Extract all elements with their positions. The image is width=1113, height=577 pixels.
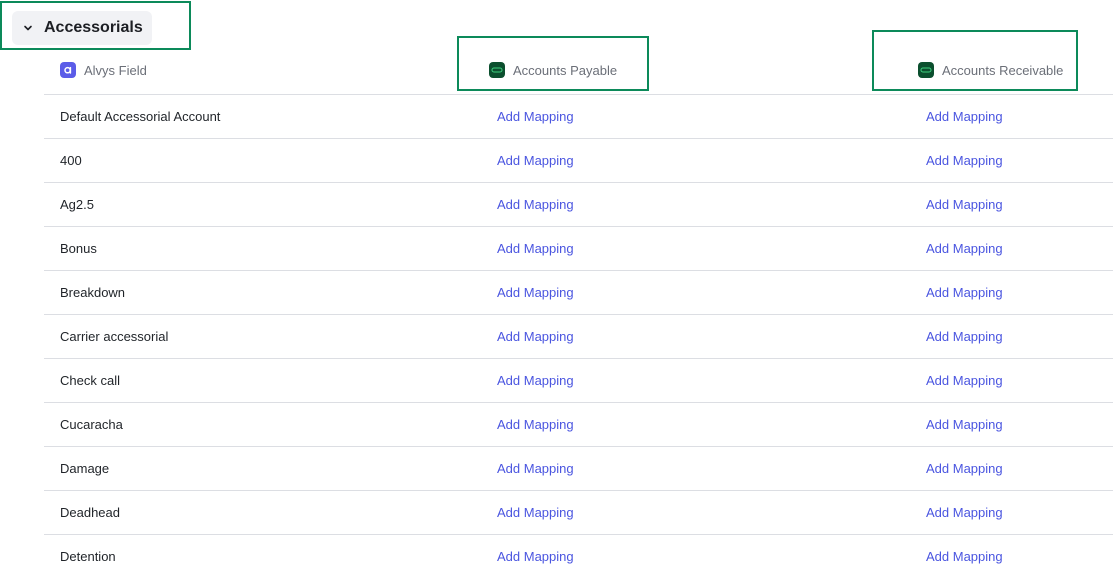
alvys-field-name: Carrier accessorial bbox=[60, 329, 169, 344]
table-row: 400 Add Mapping Add Mapping bbox=[44, 139, 1113, 183]
chevron-down-icon bbox=[12, 11, 44, 45]
accessorials-section-toggle[interactable]: Accessorials bbox=[12, 11, 152, 45]
table-row: Bonus Add Mapping Add Mapping bbox=[44, 227, 1113, 271]
add-mapping-ar-link[interactable]: Add Mapping bbox=[926, 359, 1003, 402]
add-mapping-ar-link[interactable]: Add Mapping bbox=[926, 183, 1003, 226]
alvys-field-name: Bonus bbox=[60, 241, 97, 256]
alvys-field-name: Deadhead bbox=[60, 505, 120, 520]
add-mapping-ar-link[interactable]: Add Mapping bbox=[926, 271, 1003, 314]
column-header-accounts-receivable: Accounts Receivable bbox=[918, 61, 1063, 79]
add-mapping-ap-link[interactable]: Add Mapping bbox=[497, 491, 574, 534]
quickbooks-logo-icon bbox=[489, 62, 505, 78]
alvys-field-name: Default Accessorial Account bbox=[60, 109, 221, 124]
alvys-field-name: Breakdown bbox=[60, 285, 126, 300]
table-row: Default Accessorial Account Add Mapping … bbox=[44, 95, 1113, 139]
add-mapping-ap-link[interactable]: Add Mapping bbox=[497, 227, 574, 270]
alvys-field-name: 400 bbox=[60, 153, 82, 168]
add-mapping-ap-link[interactable]: Add Mapping bbox=[497, 183, 574, 226]
mapping-page: Accessorials Alvys Field Accounts Payabl… bbox=[0, 0, 1113, 577]
section-title: Accessorials bbox=[44, 19, 143, 36]
alvys-field-name: Detention bbox=[60, 549, 116, 564]
alvys-field-name: Damage bbox=[60, 461, 110, 476]
table-row: Cucaracha Add Mapping Add Mapping bbox=[44, 403, 1113, 447]
add-mapping-ar-link[interactable]: Add Mapping bbox=[926, 315, 1003, 358]
column-header-label: Alvys Field bbox=[84, 62, 147, 78]
add-mapping-ar-link[interactable]: Add Mapping bbox=[926, 447, 1003, 490]
alvys-field-name: Cucaracha bbox=[60, 417, 123, 432]
add-mapping-ap-link[interactable]: Add Mapping bbox=[497, 315, 574, 358]
add-mapping-ar-link[interactable]: Add Mapping bbox=[926, 491, 1003, 534]
mapping-table: Default Accessorial Account Add Mapping … bbox=[44, 95, 1113, 577]
add-mapping-ap-link[interactable]: Add Mapping bbox=[497, 359, 574, 402]
add-mapping-ar-link[interactable]: Add Mapping bbox=[926, 95, 1003, 138]
add-mapping-ar-link[interactable]: Add Mapping bbox=[926, 139, 1003, 182]
add-mapping-ar-link[interactable]: Add Mapping bbox=[926, 535, 1003, 577]
table-row: Damage Add Mapping Add Mapping bbox=[44, 447, 1113, 491]
add-mapping-ap-link[interactable]: Add Mapping bbox=[497, 535, 574, 577]
add-mapping-ap-link[interactable]: Add Mapping bbox=[497, 271, 574, 314]
table-row: Carrier accessorial Add Mapping Add Mapp… bbox=[44, 315, 1113, 359]
add-mapping-ap-link[interactable]: Add Mapping bbox=[497, 95, 574, 138]
alvys-field-name: Check call bbox=[60, 373, 120, 388]
column-header-accounts-payable: Accounts Payable bbox=[489, 61, 617, 79]
alvys-field-name: Ag2.5 bbox=[60, 197, 94, 212]
add-mapping-ar-link[interactable]: Add Mapping bbox=[926, 403, 1003, 446]
quickbooks-logo-icon bbox=[918, 62, 934, 78]
add-mapping-ap-link[interactable]: Add Mapping bbox=[497, 403, 574, 446]
table-row: Detention Add Mapping Add Mapping bbox=[44, 535, 1113, 577]
column-header-label: Accounts Payable bbox=[513, 62, 618, 78]
table-row: Ag2.5 Add Mapping Add Mapping bbox=[44, 183, 1113, 227]
add-mapping-ar-link[interactable]: Add Mapping bbox=[926, 227, 1003, 270]
column-header-alvys-field: Alvys Field bbox=[60, 61, 147, 79]
table-row: Check call Add Mapping Add Mapping bbox=[44, 359, 1113, 403]
add-mapping-ap-link[interactable]: Add Mapping bbox=[497, 139, 574, 182]
table-row: Deadhead Add Mapping Add Mapping bbox=[44, 491, 1113, 535]
column-header-label: Accounts Receivable bbox=[942, 62, 1064, 78]
add-mapping-ap-link[interactable]: Add Mapping bbox=[497, 447, 574, 490]
table-row: Breakdown Add Mapping Add Mapping bbox=[44, 271, 1113, 315]
alvys-logo-icon bbox=[60, 62, 76, 78]
